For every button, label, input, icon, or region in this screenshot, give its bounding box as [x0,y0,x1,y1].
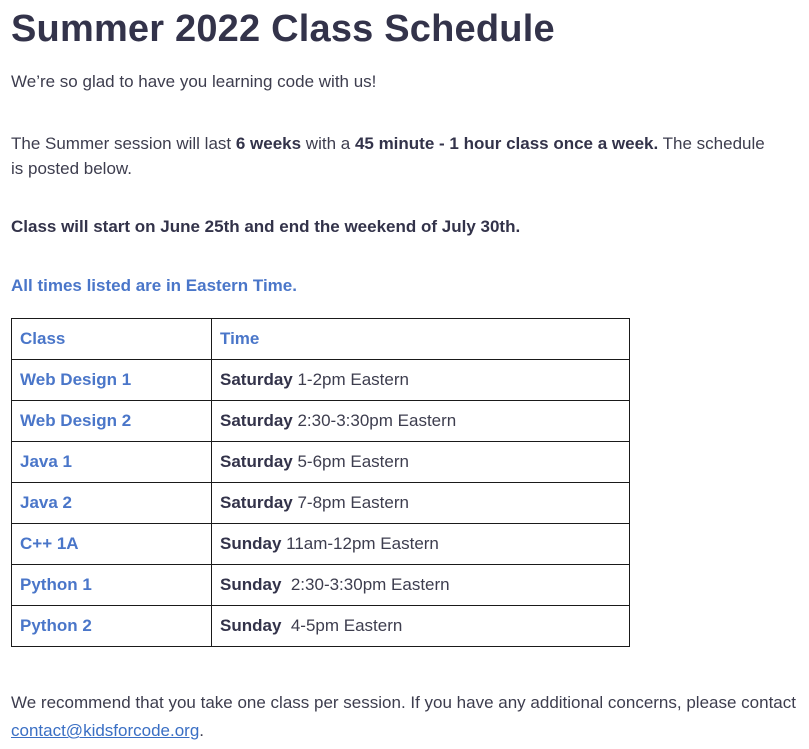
table-row: Java 2 Saturday 7-8pm Eastern [11,482,630,524]
class-time: Sunday 4-5pm Eastern [211,605,630,647]
class-name: C++ 1A [11,523,212,565]
class-time: Saturday 1-2pm Eastern [211,359,630,401]
class-time: Saturday 5-6pm Eastern [211,441,630,483]
class-time: Sunday 11am-12pm Eastern [211,523,630,565]
session-text: The Summer session will last 6 weeks wit… [11,134,765,178]
class-time: Saturday 7-8pm Eastern [211,482,630,524]
table-row: Python 2 Sunday 4-5pm Eastern [11,605,630,647]
table-row: Java 1 Saturday 5-6pm Eastern [11,441,630,483]
table-row: Python 1 Sunday 2:30-3:30pm Eastern [11,564,630,606]
table-header-row: Class Time [11,318,630,360]
table-row: C++ 1A Sunday 11am-12pm Eastern [11,523,630,565]
footer-text: We recommend that you take one class per… [11,693,796,740]
table-row: Web Design 1 Saturday 1-2pm Eastern [11,359,630,401]
intro-text: We’re so glad to have you learning code … [11,72,377,91]
session-frequency: 45 minute - 1 hour class once a week. [354,134,659,153]
schedule-table: Class Time Web Design 1 Saturday 1-2pm E… [11,318,630,647]
class-name: Web Design 1 [11,359,212,401]
class-name: Web Design 2 [11,400,212,442]
page: Summer 2022 Class Schedule We’re so glad… [0,0,809,749]
table-row: Web Design 2 Saturday 2:30-3:30pm Easter… [11,400,630,442]
contact-email-link[interactable]: contact@kidsforcode.org [11,721,199,740]
header-time: Time [211,318,630,360]
class-name: Java 1 [11,441,212,483]
dates-note: Class will start on June 25th and end th… [11,217,521,236]
header-class: Class [11,318,212,360]
class-name: Python 2 [11,605,212,647]
class-name: Python 1 [11,564,212,606]
class-name: Java 2 [11,482,212,524]
timezone-note: All times listed are in Eastern Time. [11,276,297,295]
class-time: Saturday 2:30-3:30pm Eastern [211,400,630,442]
class-time: Sunday 2:30-3:30pm Eastern [211,564,630,606]
page-title: Summer 2022 Class Schedule [11,8,555,50]
session-duration: 6 weeks [235,134,302,153]
